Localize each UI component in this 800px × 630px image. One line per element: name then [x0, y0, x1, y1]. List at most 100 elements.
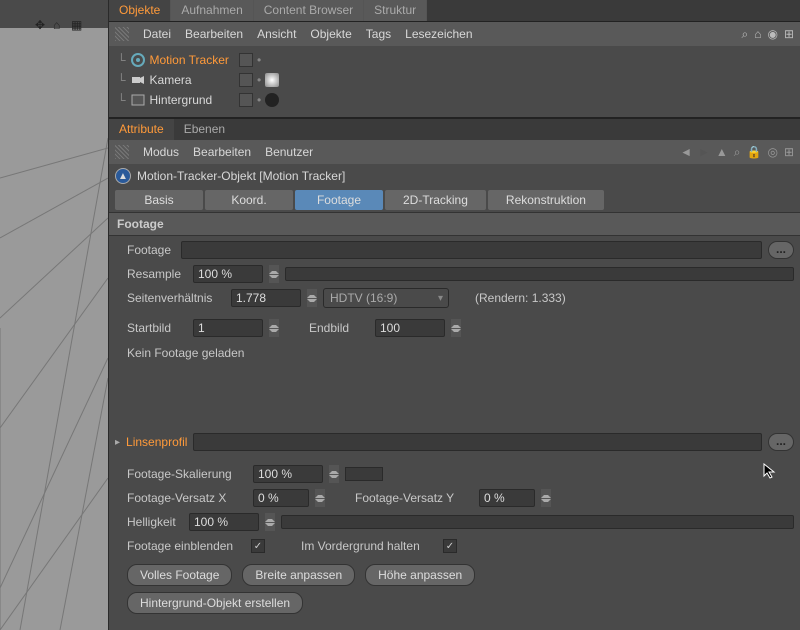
external-compositing-tag-icon[interactable]	[265, 73, 279, 87]
footage-scale-slider[interactable]	[345, 467, 383, 481]
object-tree[interactable]: └ Motion Tracker └ Kamera └ Hintergrund …	[109, 46, 800, 118]
foreground-label: Im Vordergrund halten	[301, 539, 437, 553]
tab-basis[interactable]: Basis	[115, 190, 203, 210]
render-dot-icon[interactable]: •	[257, 53, 261, 67]
endbild-label: Endbild	[309, 321, 369, 335]
nav-back-icon[interactable]: ◄	[680, 145, 692, 159]
move-icon[interactable]: ✥	[35, 18, 49, 32]
footage-scale-spinner[interactable]	[329, 465, 339, 483]
offset-x-spinner[interactable]	[315, 489, 325, 507]
menu-modus[interactable]: Modus	[143, 145, 179, 159]
aspect-label: Seitenverhältnis	[127, 291, 225, 305]
foreground-checkbox[interactable]: ✓	[443, 539, 457, 553]
enable-tag[interactable]	[239, 53, 253, 67]
enable-tag[interactable]	[239, 93, 253, 107]
offset-x-label: Footage-Versatz X	[127, 491, 247, 505]
endbild-spinner[interactable]	[451, 319, 461, 337]
brightness-spinner[interactable]	[265, 513, 275, 531]
tab-content-browser[interactable]: Content Browser	[254, 0, 364, 21]
tree-row-kamera[interactable]: └ Kamera	[109, 70, 800, 90]
eye-icon[interactable]: ◉	[767, 27, 777, 42]
tab-aufnahmen[interactable]: Aufnahmen	[171, 0, 253, 21]
footage-label: Footage	[127, 243, 175, 257]
lock-icon[interactable]: 🔒	[747, 145, 762, 159]
resample-label: Resample	[127, 267, 187, 281]
object-manager-menubar: Datei Bearbeiten Ansicht Objekte Tags Le…	[109, 22, 800, 46]
target-icon[interactable]: ◎	[767, 145, 777, 159]
nav-fwd-icon[interactable]: ►	[698, 145, 710, 159]
expand-icon[interactable]: ⊞	[784, 145, 794, 159]
endbild-input[interactable]	[375, 319, 445, 337]
tab-attribute[interactable]: Attribute	[109, 119, 174, 140]
motion-tracker-object-icon: ▲	[115, 168, 131, 184]
menu-benutzer[interactable]: Benutzer	[265, 145, 313, 159]
footage-browse-button[interactable]: ...	[768, 241, 794, 259]
tab-objekte[interactable]: Objekte	[109, 0, 171, 21]
nav-up-icon[interactable]: ▲	[716, 145, 728, 159]
resample-slider[interactable]	[285, 267, 794, 281]
footage-scale-input[interactable]	[253, 465, 323, 483]
object-headline-text: Motion-Tracker-Objekt [Motion Tracker]	[137, 169, 345, 183]
tab-2d-tracking[interactable]: 2D-Tracking	[385, 190, 486, 210]
menu-bearbeiten-attr[interactable]: Bearbeiten	[193, 145, 251, 159]
tab-rekonstruktion[interactable]: Rekonstruktion	[488, 190, 604, 210]
property-tabs: Basis Koord. Footage 2D-Tracking Rekonst…	[109, 188, 800, 212]
offset-x-input[interactable]	[253, 489, 309, 507]
tree-row-hintergrund[interactable]: └ Hintergrund	[109, 90, 800, 110]
tree-row-motion-tracker[interactable]: └ Motion Tracker	[109, 50, 800, 70]
fit-width-button[interactable]: Breite anpassen	[242, 564, 355, 586]
menu-bearbeiten[interactable]: Bearbeiten	[185, 27, 243, 41]
aspect-input[interactable]	[231, 289, 301, 307]
offset-y-input[interactable]	[479, 489, 535, 507]
expand-icon[interactable]: ⊞	[784, 27, 794, 42]
compositing-tag-icon[interactable]	[265, 93, 279, 107]
render-dot-icon[interactable]: •	[257, 73, 261, 87]
linsenprofil-disclosure[interactable]: ▸	[115, 437, 120, 448]
render-dot-icon[interactable]: •	[257, 93, 261, 107]
brightness-input[interactable]	[189, 513, 259, 531]
home-icon[interactable]: ⌂	[754, 27, 761, 42]
resample-spinner[interactable]	[269, 265, 279, 283]
enable-tag[interactable]	[239, 73, 253, 87]
fit-height-button[interactable]: Höhe anpassen	[365, 564, 475, 586]
tab-koord[interactable]: Koord.	[205, 190, 293, 210]
menu-datei[interactable]: Datei	[143, 27, 171, 41]
background-icon	[130, 92, 146, 108]
menu-tags[interactable]: Tags	[366, 27, 391, 41]
tab-struktur[interactable]: Struktur	[364, 0, 427, 21]
startbild-spinner[interactable]	[269, 319, 279, 337]
tab-footage[interactable]: Footage	[295, 190, 383, 210]
grid-icon[interactable]: ▦	[71, 18, 85, 32]
show-footage-checkbox[interactable]: ✓	[251, 539, 265, 553]
search-icon[interactable]: ⌕	[741, 27, 748, 42]
brightness-label: Helligkeit	[127, 515, 183, 529]
menu-lesezeichen[interactable]: Lesezeichen	[405, 27, 472, 41]
offset-y-spinner[interactable]	[541, 489, 551, 507]
grip-icon[interactable]	[115, 145, 129, 159]
startbild-input[interactable]	[193, 319, 263, 337]
create-bg-object-button[interactable]: Hintergrund-Objekt erstellen	[127, 592, 303, 614]
viewport-grid	[0, 28, 108, 630]
resample-input[interactable]	[193, 265, 263, 283]
object-headline: ▲ Motion-Tracker-Objekt [Motion Tracker]	[109, 164, 800, 188]
menu-objekte[interactable]: Objekte	[310, 27, 351, 41]
linsenprofil-browse-button[interactable]: ...	[768, 433, 794, 451]
grip-icon[interactable]	[115, 27, 129, 41]
aspect-spinner[interactable]	[307, 289, 317, 307]
tab-ebenen[interactable]: Ebenen	[174, 119, 235, 140]
tree-item-label: Kamera	[150, 73, 192, 87]
aspect-preset-select[interactable]: HDTV (16:9)	[323, 288, 449, 308]
menu-ansicht[interactable]: Ansicht	[257, 27, 296, 41]
motion-tracker-icon	[130, 52, 146, 68]
tree-item-label: Hintergrund	[150, 93, 213, 107]
camera-icon	[130, 72, 146, 88]
search-icon[interactable]: ⌕	[734, 145, 741, 160]
footage-path-input[interactable]	[181, 241, 762, 259]
offset-y-label: Footage-Versatz Y	[355, 491, 473, 505]
home-icon[interactable]: ⌂	[53, 18, 67, 32]
brightness-slider[interactable]	[281, 515, 794, 529]
linsenprofil-input[interactable]	[193, 433, 762, 451]
footage-scale-label: Footage-Skalierung	[127, 467, 247, 481]
attribute-tabs: Attribute Ebenen	[109, 118, 800, 140]
full-footage-button[interactable]: Volles Footage	[127, 564, 232, 586]
